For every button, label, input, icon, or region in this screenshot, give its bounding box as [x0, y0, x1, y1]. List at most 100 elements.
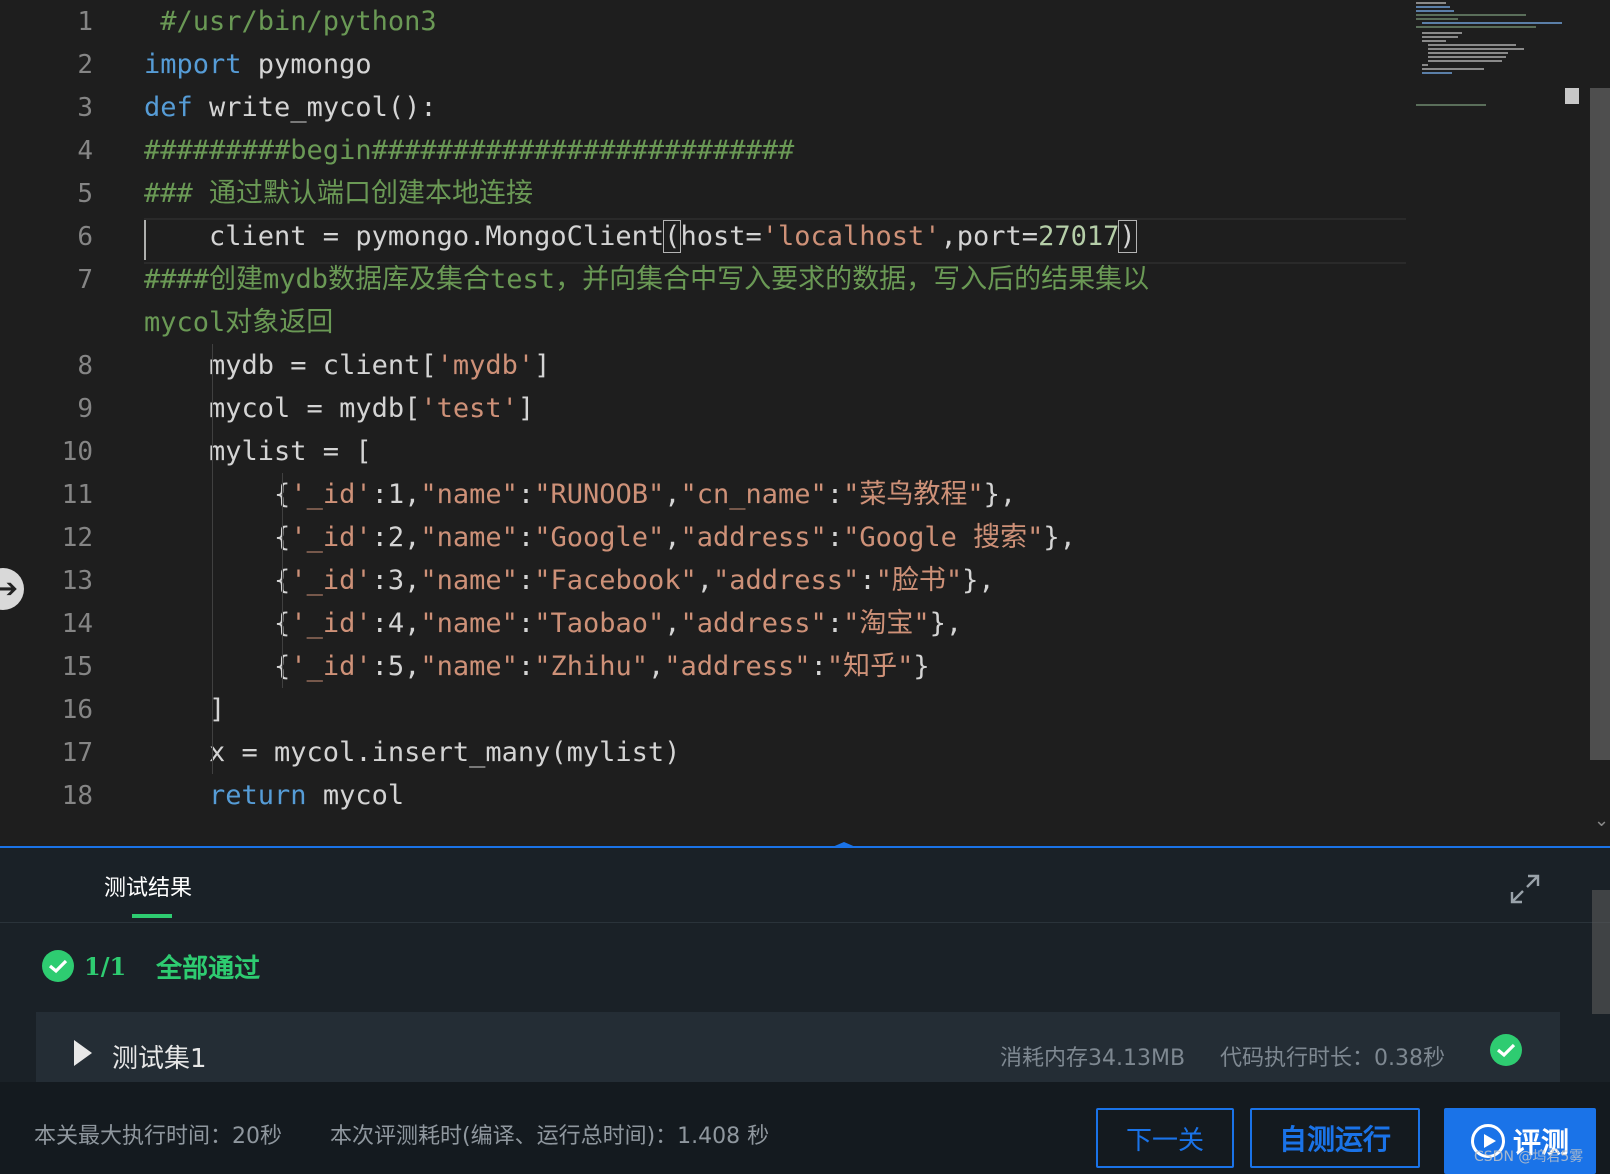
code-token: {: [144, 651, 291, 682]
code-line[interactable]: ### 通过默认端口创建本地连接: [144, 172, 533, 216]
minimap[interactable]: [1410, 0, 1562, 848]
code-token: }: [913, 651, 930, 682]
code-token: 'test': [420, 393, 518, 424]
code-token: {: [144, 522, 291, 553]
code-token: ### 通过默认端口创建本地连接: [144, 178, 534, 209]
code-line[interactable]: return mycol: [144, 774, 404, 818]
code-line[interactable]: mycol对象返回: [144, 301, 333, 345]
scroll-down-arrow-icon[interactable]: ⌄: [1594, 810, 1609, 831]
code-line[interactable]: x = mycol.insert_many(mylist): [144, 731, 680, 775]
code-token: "name": [420, 651, 518, 682]
code-token: "name": [420, 608, 518, 639]
code-token: "RUNOOB": [534, 479, 665, 510]
code-line[interactable]: def write_mycol():: [144, 86, 437, 130]
code-token: '_id': [290, 651, 372, 682]
code-token: :: [517, 479, 535, 510]
results-tabbar: 测试结果: [0, 848, 1610, 923]
code-token: "name": [420, 522, 518, 553]
text-cursor: [144, 220, 146, 260]
code-token: :3,: [371, 565, 421, 596]
code-line[interactable]: {'_id':1,"name":"RUNOOB","cn_name":"菜鸟教程…: [144, 473, 1016, 517]
code-token: :: [517, 565, 535, 596]
footer-bar: 本关最大执行时间：20秒 本次评测耗时(编译、运行总时间)：1.408 秒 下一…: [0, 1082, 1610, 1174]
code-token: },: [962, 565, 995, 596]
code-line[interactable]: import pymongo: [144, 43, 372, 87]
code-token: :4,: [371, 608, 421, 639]
code-token: ]: [517, 393, 535, 424]
code-token: return: [144, 780, 307, 811]
code-token: },: [929, 608, 963, 639]
vertical-scrollbar[interactable]: [1590, 88, 1610, 760]
code-line[interactable]: {'_id':5,"name":"Zhihu","address":"知乎"}: [144, 645, 930, 689]
result-summary: 1/1 全部通过: [42, 948, 260, 984]
results-scrollbar[interactable]: [1592, 890, 1610, 1014]
code-token: x = mycol.insert_many(mylist): [144, 737, 681, 768]
self-test-run-button[interactable]: 自测运行: [1250, 1108, 1420, 1168]
code-line[interactable]: client = pymongo.MongoClient(host='local…: [144, 215, 1137, 259]
code-token: '_id': [290, 522, 372, 553]
code-token: ,: [696, 565, 714, 596]
results-panel: 测试结果 1/1 全部通过 测试集1 消耗内存34.13MB 代码执行时长：0.…: [0, 848, 1610, 1096]
code-token: :: [859, 565, 876, 596]
code-token: mylist = [: [144, 436, 372, 467]
check-circle-icon: [42, 950, 74, 982]
code-line[interactable]: ####创建mydb数据库及集合test，并向集合中写入要求的数据，写入后的结果…: [144, 258, 1149, 302]
code-token: "Facebook": [534, 565, 697, 596]
code-editor[interactable]: 1 2 3 4 5 6 7 8 9 10 11 12 13 14 15 16 17 18 #/usr/bin/py…: [0, 0, 1610, 848]
code-line[interactable]: ]: [144, 688, 225, 732]
memory-usage: 消耗内存34.13MB: [1000, 1046, 1186, 1071]
code-token: '_id': [290, 565, 372, 596]
code-token: "address": [664, 651, 811, 682]
code-token: write_mycol():: [192, 92, 437, 123]
code-line[interactable]: {'_id':2,"name":"Google","address":"Goog…: [144, 516, 1076, 560]
code-token: },: [1043, 522, 1076, 553]
code-token: mycol = mydb[: [144, 393, 421, 424]
code-token: {: [144, 479, 291, 510]
code-token: 27017: [1038, 221, 1120, 252]
next-level-button[interactable]: 下一关: [1096, 1108, 1234, 1168]
next-level-label: 下一关: [1125, 1125, 1204, 1156]
code-token: :: [826, 479, 844, 510]
code-token: :: [810, 651, 827, 682]
code-line[interactable]: #/usr/bin/python3: [144, 0, 437, 44]
active-tab-indicator: [132, 914, 172, 918]
expand-icon[interactable]: [1508, 872, 1542, 906]
code-token: "Taobao": [534, 608, 665, 639]
code-token: "address": [713, 565, 860, 596]
code-token: "address": [680, 522, 827, 553]
code-token: ): [1118, 220, 1137, 253]
code-token: :: [826, 522, 844, 553]
code-line[interactable]: {'_id':3,"name":"Facebook","address":"脸书…: [144, 559, 995, 603]
code-token: ,port=: [940, 221, 1039, 252]
code-line[interactable]: #########begin##########################: [144, 129, 794, 173]
code-token: ,: [664, 522, 681, 553]
code-token: ]: [144, 694, 226, 725]
code-line[interactable]: {'_id':4,"name":"Taobao","address":"淘宝"}…: [144, 602, 962, 646]
code-token: client = pymongo.MongoClient: [144, 221, 665, 252]
code-token: "cn_name": [680, 479, 827, 510]
pass-count: 1/1: [84, 951, 127, 981]
code-token: #/usr/bin/python3: [144, 6, 437, 37]
code-token: "知乎": [826, 651, 914, 682]
self-test-run-label: 自测运行: [1278, 1123, 1391, 1156]
code-token: pymongo: [241, 49, 372, 80]
code-token: '_id': [290, 608, 372, 639]
code-token: def: [144, 92, 193, 123]
code-token: 'mydb': [436, 350, 535, 381]
execution-time: 代码执行时长：0.38秒: [1220, 1046, 1445, 1071]
code-area[interactable]: #/usr/bin/python3 import pymongo def write…: [0, 0, 1410, 848]
code-token: ,: [647, 651, 665, 682]
tab-test-results[interactable]: 测试结果: [104, 870, 192, 902]
code-token: host=: [680, 221, 762, 252]
code-token: :2,: [371, 522, 421, 553]
code-line[interactable]: mydb = client['mydb']: [144, 344, 550, 388]
code-token: "Google 搜索": [843, 522, 1044, 553]
code-line[interactable]: mylist = [: [144, 430, 372, 474]
code-token: "name": [420, 565, 518, 596]
code-token: },: [983, 479, 1017, 510]
caret-right-icon[interactable]: [74, 1040, 92, 1066]
code-token: :: [517, 608, 535, 639]
code-line[interactable]: mycol = mydb['test']: [144, 387, 534, 431]
check-circle-icon: [1490, 1034, 1522, 1066]
code-token: :1,: [371, 479, 421, 510]
